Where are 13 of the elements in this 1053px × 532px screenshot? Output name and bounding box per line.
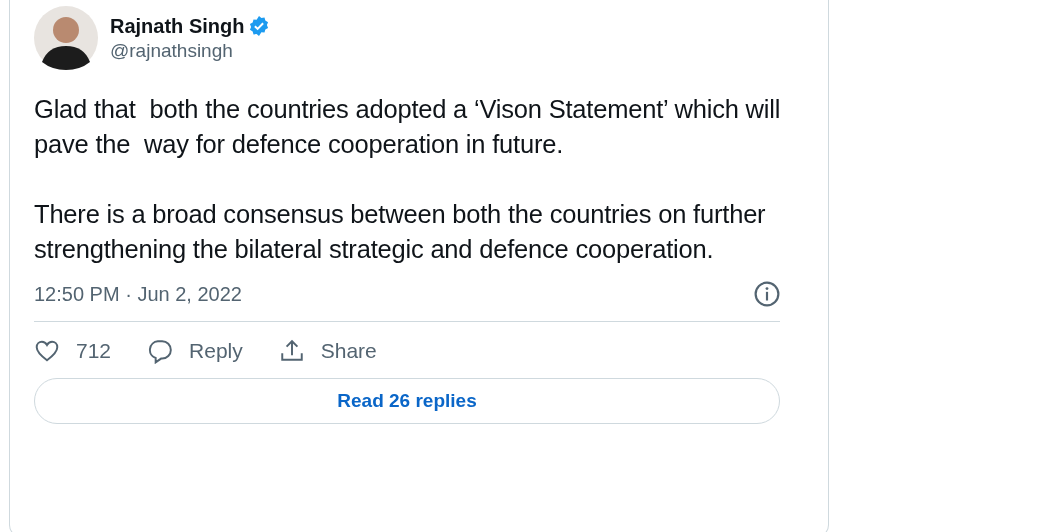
action-label[interactable]: 712 xyxy=(76,339,112,363)
heart-icon[interactable] xyxy=(34,338,60,364)
tweet-text: Glad that both the countries adopted a ‘Vison Statement’ which will pave the way for defence cooperation in future. xyxy=(34,94,782,160)
speech-bubble-icon[interactable] xyxy=(147,338,174,364)
action-label[interactable]: Reply xyxy=(189,339,243,363)
share-icon[interactable] xyxy=(278,338,305,364)
author-handle[interactable]: @rajnathsingh xyxy=(110,39,271,62)
author-name[interactable]: Rajnath Singh xyxy=(110,14,245,38)
action-label[interactable]: Share xyxy=(320,339,377,363)
timestamp[interactable]: 12:50 PM · Jun 2, 2022 xyxy=(34,282,242,306)
tweet-text: There is a broad consensus between both the countries on further strengthening the bilateral strategic and defence cooperation. xyxy=(34,199,767,265)
info-icon[interactable] xyxy=(754,281,780,307)
read-replies-button[interactable]: Read 26 replies xyxy=(34,378,780,424)
